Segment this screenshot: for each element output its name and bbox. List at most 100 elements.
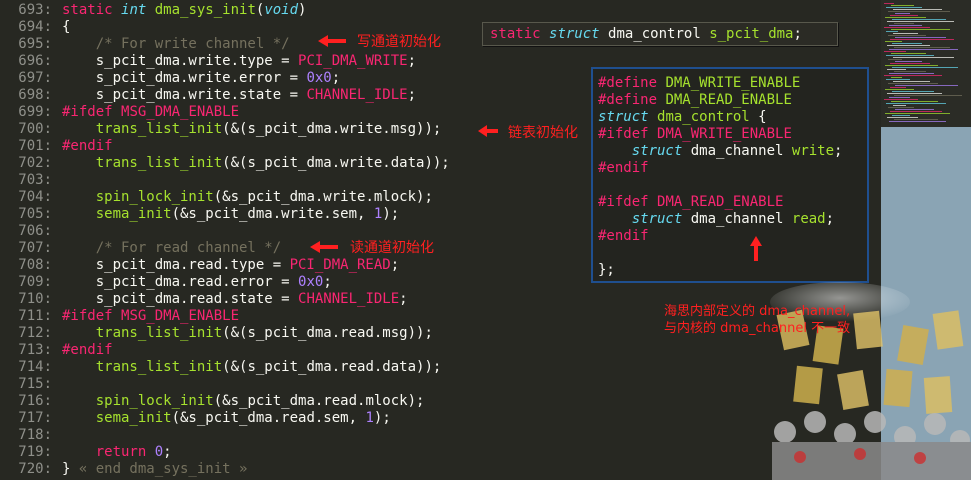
minimap-line bbox=[891, 29, 950, 30]
code-token: struct bbox=[549, 26, 609, 42]
code-line[interactable]: 700: trans_list_init(&(s_pcit_dma.write.… bbox=[0, 121, 441, 138]
line-number: 712: bbox=[18, 325, 52, 341]
line-code: #ifdef MSG_DMA_ENABLE bbox=[52, 308, 239, 325]
arrow-icon bbox=[478, 125, 498, 137]
code-token: write bbox=[791, 143, 835, 159]
code-line[interactable]: 703: bbox=[0, 172, 62, 189]
line-code: s_pcit_dma.write.error = 0x0; bbox=[52, 70, 340, 87]
code-token: spin_lock_init bbox=[95, 189, 214, 205]
line-number: 698: bbox=[18, 87, 52, 103]
struct-line bbox=[598, 177, 867, 194]
struct-line: }; bbox=[598, 262, 867, 279]
code-token: sema_init bbox=[95, 206, 172, 222]
minimap-viewport[interactable] bbox=[881, 127, 971, 480]
minimap[interactable] bbox=[881, 0, 971, 480]
code-line[interactable]: 708: s_pcit_dma.read.type = PCI_DMA_READ… bbox=[0, 257, 399, 274]
code-line[interactable]: 695: /* For write channel */ bbox=[0, 36, 289, 53]
code-token: struct bbox=[631, 143, 691, 159]
code-token: DMA_WRITE_ENABLE bbox=[665, 75, 801, 91]
minimap-line bbox=[895, 85, 958, 86]
code-token: #endif bbox=[598, 160, 649, 176]
line-number: 718: bbox=[18, 427, 52, 443]
code-line[interactable]: 699: #ifdef MSG_DMA_ENABLE bbox=[0, 104, 239, 121]
code-token: s_pcit_dma.read.type = bbox=[62, 257, 290, 273]
code-token: { bbox=[62, 19, 71, 35]
code-token: s_pcit_dma.read.error = bbox=[62, 274, 299, 290]
line-number: 706: bbox=[18, 223, 52, 239]
code-line[interactable]: 717: sema_init(&s_pcit_dma.read.sem, 1); bbox=[0, 410, 390, 427]
code-line[interactable]: 713: #endif bbox=[0, 342, 113, 359]
code-line[interactable]: 719: return 0; bbox=[0, 444, 172, 461]
code-line[interactable]: 718: bbox=[0, 427, 62, 444]
line-code: s_pcit_dma.read.type = PCI_DMA_READ; bbox=[52, 257, 399, 274]
minimap-line bbox=[891, 53, 926, 54]
code-token: return bbox=[95, 444, 155, 460]
declaration-box: static struct dma_control s_pcit_dma; bbox=[482, 22, 838, 46]
code-token: ; bbox=[407, 53, 417, 69]
code-token: PCI_DMA_WRITE bbox=[298, 53, 408, 69]
struct-line: #ifdef DMA_READ_ENABLE bbox=[598, 194, 867, 211]
line-number: 693: bbox=[18, 2, 52, 18]
code-token: (&s_pcit_dma.write.sem, bbox=[171, 206, 374, 222]
code-token: ; bbox=[323, 274, 332, 290]
minimap-line bbox=[885, 89, 914, 90]
code-line[interactable]: 696: s_pcit_dma.write.type = PCI_DMA_WRI… bbox=[0, 53, 416, 70]
minimap-line bbox=[886, 31, 898, 32]
struct-line: struct dma_control { bbox=[598, 109, 867, 126]
minimap-line bbox=[884, 27, 930, 28]
code-token: ; bbox=[399, 291, 408, 307]
code-line[interactable]: 716: spin_lock_init(&s_pcit_dma.read.mlo… bbox=[0, 393, 424, 410]
minimap-line bbox=[895, 13, 910, 14]
code-line[interactable]: 693: static int dma_sys_init(void) bbox=[0, 2, 306, 19]
code-token: dma_channel bbox=[690, 143, 792, 159]
code-line[interactable]: 711: #ifdef MSG_DMA_ENABLE bbox=[0, 308, 239, 325]
code-line[interactable]: 705: sema_init(&s_pcit_dma.write.sem, 1)… bbox=[0, 206, 399, 223]
code-line[interactable]: 702: trans_list_init(&(s_pcit_dma.write.… bbox=[0, 155, 449, 172]
code-token: /* For read channel */ bbox=[95, 240, 282, 256]
code-line[interactable]: 707: /* For read channel */ bbox=[0, 240, 281, 257]
code-token: ; bbox=[793, 26, 802, 42]
line-code: trans_list_init(&(s_pcit_dma.read.data))… bbox=[52, 359, 442, 376]
line-number: 700: bbox=[18, 121, 52, 137]
minimap-line bbox=[894, 119, 938, 120]
code-token: int bbox=[121, 2, 155, 18]
code-line[interactable]: 715: bbox=[0, 376, 62, 393]
line-code: #endif bbox=[52, 342, 113, 359]
arrow-icon bbox=[318, 35, 346, 47]
code-line[interactable]: 694: { bbox=[0, 19, 70, 36]
minimap-line bbox=[893, 57, 954, 58]
code-token: spin_lock_init bbox=[95, 393, 214, 409]
code-line[interactable]: 712: trans_list_init(&(s_pcit_dma.read.m… bbox=[0, 325, 433, 342]
minimap-line bbox=[888, 83, 938, 84]
line-number: 697: bbox=[18, 70, 52, 86]
line-number: 716: bbox=[18, 393, 52, 409]
line-number: 711: bbox=[18, 308, 52, 324]
minimap-line bbox=[887, 69, 906, 70]
code-token: dma_channel bbox=[690, 211, 792, 227]
minimap-line bbox=[887, 21, 954, 22]
code-line[interactable]: 697: s_pcit_dma.write.error = 0x0; bbox=[0, 70, 340, 87]
code-line[interactable]: 706: bbox=[0, 223, 62, 240]
code-token: 0x0 bbox=[306, 70, 332, 86]
minimap-line bbox=[892, 91, 934, 92]
code-line[interactable]: 698: s_pcit_dma.write.state = CHANNEL_ID… bbox=[0, 87, 416, 104]
code-line[interactable]: 701: #endif bbox=[0, 138, 112, 155]
code-token: void bbox=[264, 2, 299, 18]
code-token: ; bbox=[163, 444, 172, 460]
code-line[interactable]: 714: trans_list_init(&(s_pcit_dma.read.d… bbox=[0, 359, 441, 376]
code-line[interactable]: 710: s_pcit_dma.read.state = CHANNEL_IDL… bbox=[0, 291, 408, 308]
code-token: s_pcit_dma bbox=[709, 26, 794, 42]
code-line[interactable]: 720:} « end dma_sys_init » bbox=[0, 461, 247, 478]
code-token: CHANNEL_IDLE bbox=[306, 87, 408, 103]
code-token: MSG_DMA_ENABLE bbox=[121, 308, 240, 324]
code-line[interactable]: 704: spin_lock_init(&s_pcit_dma.write.ml… bbox=[0, 189, 433, 206]
code-token: (&s_pcit_dma.read.mlock); bbox=[213, 393, 425, 409]
line-code: static int dma_sys_init(void) bbox=[52, 2, 306, 19]
code-line[interactable]: 709: s_pcit_dma.read.error = 0x0; bbox=[0, 274, 332, 291]
